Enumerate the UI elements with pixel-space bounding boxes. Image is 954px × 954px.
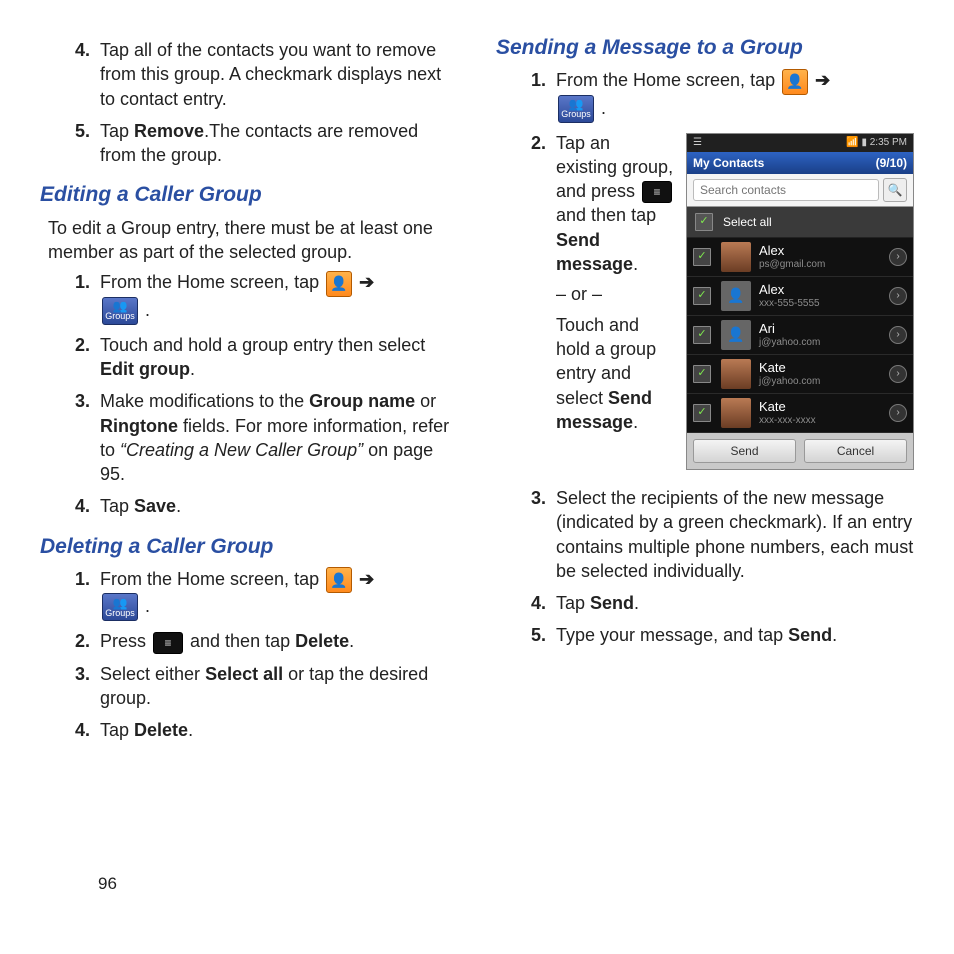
- del-step-3: 3. Select either Select all or tap the d…: [64, 662, 458, 711]
- status-left-icon: ☰: [693, 136, 702, 150]
- send-step-5: 5. Type your message, and tap Send.: [520, 623, 914, 647]
- heading-editing-caller-group: Editing a Caller Group: [40, 181, 458, 209]
- contact-detail: xxx-xxx-xxxx: [759, 415, 889, 427]
- left-column: 4. Tap all of the contacts you want to r…: [40, 34, 458, 751]
- battery-icon: ▮: [861, 137, 869, 148]
- groups-icon: 👥Groups: [102, 297, 138, 325]
- chevron-right-icon[interactable]: ›: [889, 365, 907, 383]
- del-step-2: 2. Press ≡ and then tap Delete.: [64, 629, 458, 653]
- send-step-3: 3. Select the recipients of the new mess…: [520, 486, 914, 583]
- checkbox-icon[interactable]: ✓: [695, 213, 713, 231]
- edit-step-4: 4. Tap Save.: [64, 494, 458, 518]
- groups-icon: 👥Groups: [558, 95, 594, 123]
- checkbox-icon[interactable]: ✓: [693, 365, 711, 383]
- phone-count: (9/10): [876, 155, 907, 171]
- chevron-right-icon[interactable]: ›: [889, 326, 907, 344]
- search-icon[interactable]: 🔍: [883, 178, 907, 202]
- contacts-icon: 👤: [326, 271, 352, 297]
- checkbox-icon[interactable]: ✓: [693, 404, 711, 422]
- avatar: 👤: [721, 320, 751, 350]
- contact-detail: j@yahoo.com: [759, 337, 889, 349]
- send-step-4: 4. Tap Send.: [520, 591, 914, 615]
- contacts-icon: 👤: [782, 69, 808, 95]
- checkbox-icon[interactable]: ✓: [693, 248, 711, 266]
- contact-name: Ari: [759, 322, 889, 337]
- contact-detail: xxx-555-5555: [759, 298, 889, 310]
- edit-step-3: 3. Make modifications to the Group name …: [64, 389, 458, 486]
- heading-deleting-caller-group: Deleting a Caller Group: [40, 533, 458, 561]
- menu-icon: ≡: [642, 181, 672, 203]
- contact-row[interactable]: ✓ Alexps@gmail.com›: [687, 238, 913, 277]
- phone-title-bar: My Contacts (9/10): [687, 152, 913, 174]
- edit-intro: To edit a Group entry, there must be at …: [48, 216, 458, 265]
- phone-status-bar: ☰ 📶 ▮ 2:35 PM: [687, 134, 913, 152]
- phone-search-bar: 🔍: [687, 174, 913, 207]
- send-step-1: 1. From the Home screen, tap 👤 ➔ 👥Groups…: [520, 68, 914, 122]
- contact-row[interactable]: ✓ 👤 Arij@yahoo.com›: [687, 316, 913, 355]
- contact-detail: j@yahoo.com: [759, 376, 889, 388]
- page-number: 96: [98, 873, 117, 896]
- send-button[interactable]: Send: [693, 439, 796, 463]
- contacts-icon: 👤: [326, 567, 352, 593]
- phone-time: 2:35 PM: [870, 137, 907, 148]
- select-all-row[interactable]: ✓ Select all: [687, 207, 913, 238]
- remove-step-5: 5. Tap Remove.The contacts are removed f…: [64, 119, 458, 168]
- avatar: 👤: [721, 281, 751, 311]
- checkbox-icon[interactable]: ✓: [693, 326, 711, 344]
- edit-step-2: 2. Touch and hold a group entry then sel…: [64, 333, 458, 382]
- menu-icon: ≡: [153, 632, 183, 654]
- right-column: Sending a Message to a Group 1. From the…: [496, 34, 914, 751]
- chevron-right-icon[interactable]: ›: [889, 248, 907, 266]
- chevron-right-icon[interactable]: ›: [889, 287, 907, 305]
- contact-row[interactable]: ✓ Katej@yahoo.com›: [687, 355, 913, 394]
- remove-step-4: 4. Tap all of the contacts you want to r…: [64, 38, 458, 111]
- contact-name: Alex: [759, 244, 889, 259]
- avatar: [721, 242, 751, 272]
- edit-step-1: 1. From the Home screen, tap 👤 ➔ 👥Groups…: [64, 270, 458, 324]
- phone-screenshot: ☰ 📶 ▮ 2:35 PM My Contacts (9/10) 🔍: [686, 133, 914, 470]
- signal-icon: 📶: [846, 137, 861, 148]
- cancel-button[interactable]: Cancel: [804, 439, 907, 463]
- send-step-2: 2. ☰ 📶 ▮ 2:35 PM My Contacts (9/10): [520, 131, 914, 478]
- contact-name: Alex: [759, 283, 889, 298]
- contact-name: Kate: [759, 361, 889, 376]
- search-input[interactable]: [693, 179, 879, 201]
- contact-row[interactable]: ✓ 👤 Alexxxx-555-5555›: [687, 277, 913, 316]
- avatar: [721, 398, 751, 428]
- contact-row[interactable]: ✓ Katexxx-xxx-xxxx›: [687, 394, 913, 433]
- contact-detail: ps@gmail.com: [759, 259, 889, 271]
- chevron-right-icon[interactable]: ›: [889, 404, 907, 422]
- del-step-1: 1. From the Home screen, tap 👤 ➔ 👥Groups…: [64, 567, 458, 621]
- heading-sending-message-group: Sending a Message to a Group: [496, 34, 914, 62]
- checkbox-icon[interactable]: ✓: [693, 287, 711, 305]
- phone-button-bar: Send Cancel: [687, 433, 913, 469]
- avatar: [721, 359, 751, 389]
- del-step-4: 4. Tap Delete.: [64, 718, 458, 742]
- contact-name: Kate: [759, 400, 889, 415]
- groups-icon: 👥Groups: [102, 593, 138, 621]
